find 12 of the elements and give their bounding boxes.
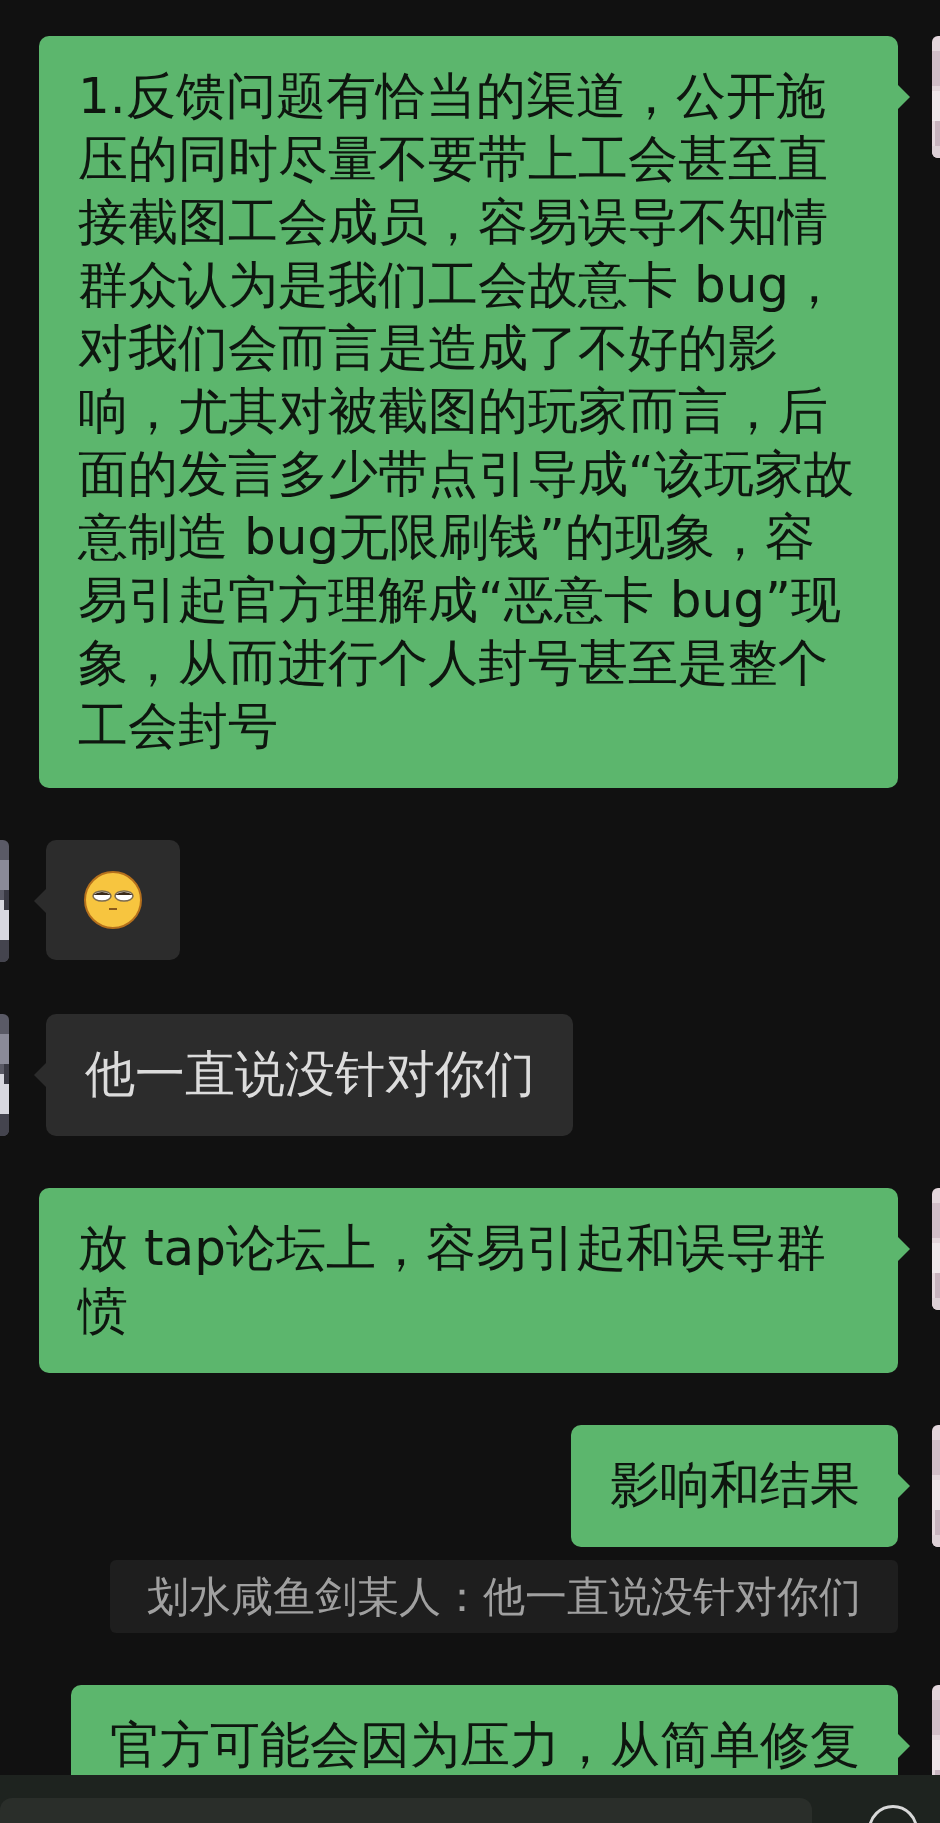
emoji-icon bbox=[83, 870, 143, 930]
bubble-tail bbox=[898, 1237, 910, 1261]
quoted-message: 划水咸鱼剑某人：他一直说没针对你们 bbox=[110, 1560, 898, 1633]
bubble-tail bbox=[898, 85, 910, 109]
message-bubble: 影响和结果 bbox=[571, 1425, 898, 1547]
message-bubble: 官方可能会因为压力，从简单修复 bbox=[71, 1685, 898, 1775]
message-bubble: 放 tap论坛上，容易引起和误导群愤 bbox=[39, 1188, 898, 1373]
bubble-tail bbox=[34, 1063, 46, 1087]
message-bubble: 1.反馈问题有恰当的渠道，公开施压的同时尽量不要带上工会甚至直接截图工会成员，容易误导不知情群众认为是我们工会故意卡 bug，对我们会而言是造成了不好的影响，尤其对被截图的玩家而言，后面的发言多少带点引导成“该玩家故意制造 bug无限刷钱”的现象，容易引起官方理解成“恶意卡 bug”现象，从而进行个人封号甚至是整个工会封号 bbox=[39, 36, 898, 788]
bubble-tail bbox=[898, 1474, 910, 1498]
bubble-tail bbox=[898, 1734, 910, 1758]
message-bubble: 他一直说没针对你们 bbox=[46, 1014, 573, 1136]
